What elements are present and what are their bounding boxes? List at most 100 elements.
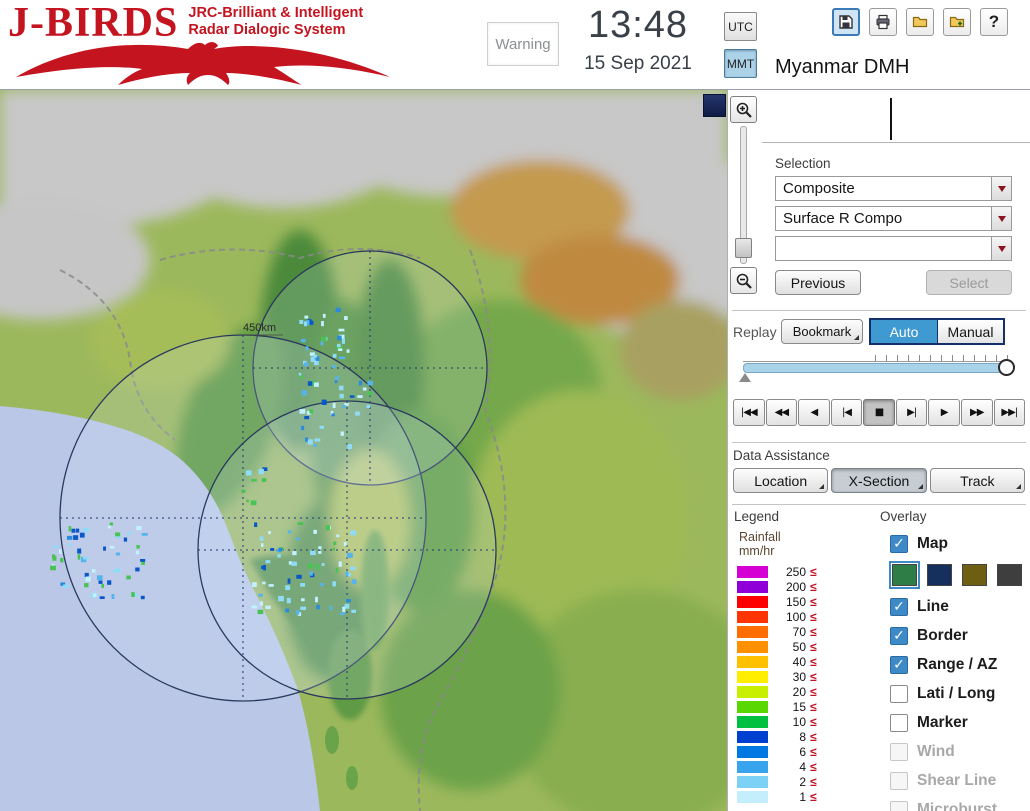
overlay-item-shear-line: Shear Line — [880, 766, 1028, 795]
utc-button[interactable]: UTC — [724, 12, 757, 41]
overlay-item-map[interactable]: Map — [880, 529, 1028, 558]
playback-fast-forward-button[interactable]: ▶▶ — [960, 399, 993, 426]
zoom-widget — [730, 96, 757, 294]
legend-value: 20 — [792, 684, 806, 699]
legend-color-swatch — [737, 715, 768, 728]
checkbox[interactable] — [890, 597, 908, 616]
legend-value: 200 — [785, 579, 806, 594]
legend-lte-symbol: ≤ — [810, 699, 817, 714]
chevron-down-icon[interactable] — [991, 207, 1011, 230]
legend-lte-symbol: ≤ — [810, 759, 817, 774]
zoom-slider-thumb[interactable] — [735, 238, 752, 258]
legend-value: 70 — [792, 624, 806, 639]
clock-time: 13:48 — [587, 4, 689, 46]
overlay-item-lati-long[interactable]: Lati / Long — [880, 679, 1028, 708]
product-dropdown[interactable]: Surface R Compo — [775, 206, 1012, 231]
help-button[interactable]: ? — [980, 8, 1008, 36]
checkbox — [890, 771, 908, 790]
data-assistance-label: Data Assistance — [733, 448, 830, 463]
zoom-out-icon — [736, 273, 752, 289]
legend-color-swatch — [737, 655, 768, 668]
manual-mode-button[interactable]: Manual — [937, 320, 1003, 343]
radar-map[interactable]: 450km — [0, 90, 727, 811]
map-corner-button[interactable] — [703, 94, 726, 117]
text-cursor — [890, 98, 892, 140]
legend-lte-symbol: ≤ — [810, 594, 817, 609]
auto-mode-button[interactable]: Auto — [871, 320, 937, 343]
playback-jump-start-button[interactable]: |◀◀ — [733, 399, 765, 426]
map-style-swatch-2[interactable] — [962, 564, 987, 586]
legend-row: 250 ≤ — [737, 564, 878, 579]
timeline-track[interactable] — [743, 363, 1009, 373]
map-style-swatch-3[interactable] — [997, 564, 1022, 586]
previous-button[interactable]: Previous — [775, 270, 861, 295]
select-button[interactable]: Select — [926, 270, 1012, 295]
x-section-button[interactable]: X-Section — [831, 468, 927, 493]
save-icon — [839, 15, 853, 29]
zoom-in-button[interactable] — [730, 96, 757, 123]
divider — [732, 504, 1026, 505]
chevron-down-icon[interactable] — [991, 177, 1011, 200]
legend-row: 15 ≤ — [737, 699, 878, 714]
overlay-item-label: Lati / Long — [917, 684, 996, 702]
import-button[interactable] — [943, 8, 971, 36]
mmt-button[interactable]: MMT — [724, 49, 757, 78]
checkbox[interactable] — [890, 626, 908, 645]
playback-play-button[interactable]: ▶ — [928, 399, 960, 426]
jbirds-app: J-BIRDS JRC-Brilliant & Intelligent Rada… — [0, 0, 1030, 811]
legend-color-swatch — [737, 730, 768, 743]
location-button[interactable]: Location — [733, 468, 829, 493]
station-input[interactable] — [762, 94, 1030, 143]
print-icon — [876, 14, 890, 30]
overlay-item-microburst: Microburst — [880, 795, 1028, 811]
map-style-swatch-0[interactable] — [889, 561, 920, 589]
bookmark-button[interactable]: Bookmark — [781, 319, 863, 344]
option-dropdown[interactable] — [775, 236, 1012, 261]
overlay-item-border[interactable]: Border — [880, 621, 1028, 650]
legend-row: 1 ≤ — [737, 789, 878, 804]
legend-value: 2 — [799, 774, 806, 789]
toolbar: ? — [832, 8, 1008, 36]
checkbox[interactable] — [890, 684, 908, 703]
checkbox[interactable] — [890, 655, 908, 674]
legend-value: 100 — [785, 609, 806, 624]
playback-stop-button[interactable]: ■ — [863, 399, 895, 426]
composite-dropdown[interactable]: Composite — [775, 176, 1012, 201]
legend-value: 15 — [792, 699, 806, 714]
replay-mode-group: Auto Manual — [869, 318, 1005, 345]
legend-value: 30 — [792, 669, 806, 684]
legend-lte-symbol: ≤ — [810, 579, 817, 594]
print-button[interactable] — [869, 8, 897, 36]
overlay-item-label: Range / AZ — [917, 655, 998, 673]
timeline-thumb[interactable] — [997, 359, 1015, 376]
open-folder-button[interactable] — [906, 8, 934, 36]
playback-jump-end-button[interactable]: ▶▶| — [993, 399, 1026, 426]
overlay-item-range-az[interactable]: Range / AZ — [880, 650, 1028, 679]
overlay-item-marker[interactable]: Marker — [880, 708, 1028, 737]
legend-lte-symbol: ≤ — [810, 789, 817, 804]
help-icon: ? — [988, 12, 1000, 31]
chevron-down-icon[interactable] — [991, 237, 1011, 260]
legend-row: 4 ≤ — [737, 759, 878, 774]
overlay-item-label: Shear Line — [917, 771, 997, 789]
legend-row: 200 ≤ — [737, 579, 878, 594]
playback-play-reverse-button[interactable]: ◀ — [798, 399, 830, 426]
zoom-out-button[interactable] — [730, 267, 757, 294]
legend-lte-symbol: ≤ — [810, 774, 817, 789]
checkbox[interactable] — [890, 534, 908, 553]
overlay-item-label: Marker — [917, 713, 968, 731]
checkbox[interactable] — [890, 713, 908, 732]
playback-step-back-button[interactable]: |◀ — [830, 399, 863, 426]
track-button[interactable]: Track — [929, 468, 1025, 493]
overlay-item-line[interactable]: Line — [880, 592, 1028, 621]
selection-label: Selection — [775, 156, 831, 171]
playback-step-forward-button[interactable]: ▶| — [895, 399, 928, 426]
legend-color-swatch — [737, 625, 768, 638]
legend-color-swatch — [737, 595, 768, 608]
legend-label: Legend — [734, 509, 780, 524]
map-style-swatch-1[interactable] — [927, 564, 952, 586]
legend-value: 10 — [792, 714, 806, 729]
playback-fast-rewind-button[interactable]: ◀◀ — [765, 399, 798, 426]
save-button[interactable] — [832, 8, 860, 36]
legend-value: 4 — [799, 759, 806, 774]
